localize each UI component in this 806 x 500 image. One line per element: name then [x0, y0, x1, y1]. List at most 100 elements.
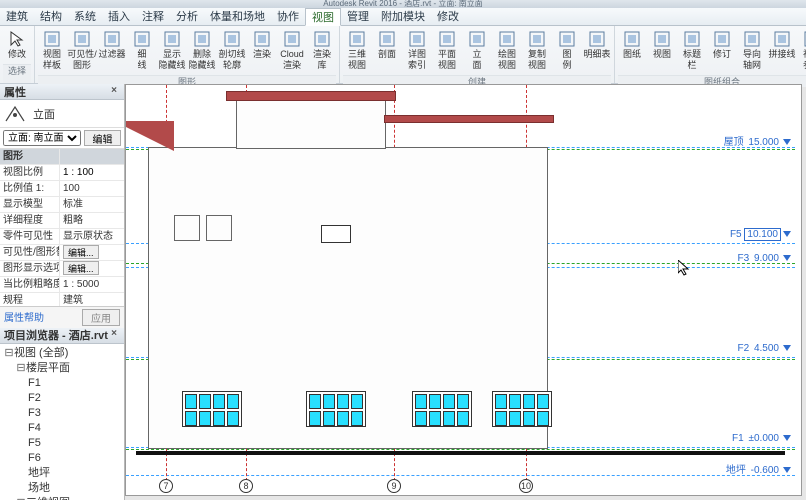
ribbon-btn-cursor[interactable]: 修改 — [3, 28, 31, 62]
ribbon-btn-cloud[interactable]: Cloud渲染 — [278, 28, 306, 73]
ribbon-btn-viewref[interactable]: 视图参照 — [798, 28, 806, 73]
drafting-icon — [498, 30, 516, 48]
ribbon-btn-plan[interactable]: 平面视图 — [433, 28, 461, 73]
window — [412, 391, 472, 427]
ribbon-tab-协作[interactable]: 协作 — [271, 8, 305, 26]
ribbon-btn-show-hidden[interactable]: 显示隐藏线 — [158, 28, 186, 73]
ribbon-btn-view[interactable]: 视图 — [648, 28, 676, 73]
ribbon-btn-visibility[interactable]: 可见性/图形 — [68, 28, 96, 73]
level-line-地坪[interactable] — [126, 475, 795, 476]
tree-node[interactable]: ⊟楼层平面 — [4, 361, 124, 376]
grid-bubble-7[interactable]: 7 — [159, 479, 173, 493]
tree-node[interactable]: F3 — [4, 406, 124, 421]
ribbon-btn-render[interactable]: 渲染 — [248, 28, 276, 73]
ribbon-btn-filter[interactable]: 过滤器 — [98, 28, 126, 73]
prop-详细程度[interactable]: 详细程度粗略 — [0, 213, 124, 229]
cloud-icon — [283, 30, 301, 48]
prop-显示模型[interactable]: 显示模型标准 — [0, 197, 124, 213]
ribbon-btn-drafting[interactable]: 绘图视图 — [493, 28, 521, 73]
prop-图形显示选项[interactable]: 图形显示选项编辑... — [0, 261, 124, 277]
ribbon-tab-附加模块[interactable]: 附加模块 — [375, 8, 431, 26]
level-label-F3[interactable]: F3 9.000 — [738, 253, 791, 264]
tree-node[interactable]: F5 — [4, 436, 124, 451]
grid-bubble-10[interactable]: 10 — [519, 479, 533, 493]
tree-node[interactable]: F6 — [4, 451, 124, 466]
edit-type-button[interactable]: 编辑类型 — [84, 130, 121, 146]
show-hidden-icon — [163, 30, 181, 48]
callout-icon — [408, 30, 426, 48]
tree-node[interactable]: F2 — [4, 391, 124, 406]
ribbon-tab-注释[interactable]: 注释 — [136, 8, 170, 26]
prop-零件可见性[interactable]: 零件可见性显示原状态 — [0, 229, 124, 245]
properties-help-link[interactable]: 属性帮助 — [4, 309, 82, 326]
level-label-F1[interactable]: F1 ±0.000 — [732, 433, 791, 444]
ribbon-tab-插入[interactable]: 插入 — [102, 8, 136, 26]
ribbon-btn-thin-lines[interactable]: 细线 — [128, 28, 156, 73]
close-icon[interactable]: × — [108, 329, 120, 341]
tree-node[interactable]: 场地 — [4, 481, 124, 496]
ribbon-btn-schedule[interactable]: 明细表 — [583, 28, 611, 73]
properties-panel: 属性 × 立面 立面: 南立面 编辑类型 图形视图比例比例值 1:100显示模型… — [0, 84, 125, 500]
ribbon-btn-remove-hidden[interactable]: 删除隐藏线 — [188, 28, 216, 73]
ribbon-btn-elevation[interactable]: 立面 — [463, 28, 491, 73]
roof-gable-left — [125, 121, 174, 151]
prop-规程[interactable]: 规程建筑 — [0, 293, 124, 306]
drawing-canvas[interactable]: 屋顶 15.000 F5 10.100 F3 9.000 F2 4.500 F1 ±0.… — [125, 84, 802, 496]
window — [306, 391, 366, 427]
family-selector[interactable]: 立面 — [0, 100, 124, 128]
properties-grid: 图形视图比例比例值 1:100显示模型标准详细程度粗略零件可见性显示原状态可见性… — [0, 149, 124, 306]
ribbon-tab-结构[interactable]: 结构 — [34, 8, 68, 26]
tree-node[interactable]: ⊟三维视图 — [4, 496, 124, 500]
tree-node[interactable]: 地坪 — [4, 466, 124, 481]
tree-twisty[interactable]: ⊟ — [16, 496, 26, 500]
render-lib-icon — [313, 30, 331, 48]
grid-bubble-8[interactable]: 8 — [239, 479, 253, 493]
view-icon — [653, 30, 671, 48]
ribbon-btn-view-template[interactable]: 视图样板 — [38, 28, 66, 73]
ribbon-btn-render-lib[interactable]: 渲染库 — [308, 28, 336, 73]
building-tower — [236, 99, 386, 149]
prop-input[interactable] — [63, 166, 124, 180]
level-label-F5[interactable]: F5 10.100 — [730, 229, 791, 240]
close-icon[interactable]: × — [108, 86, 120, 98]
level-label-地坪[interactable]: 地坪 -0.600 — [726, 461, 791, 476]
tree-twisty[interactable]: ⊟ — [16, 361, 26, 376]
visibility-icon — [73, 30, 91, 48]
tree-twisty[interactable]: ⊟ — [4, 346, 14, 361]
type-selector[interactable]: 立面: 南立面 — [3, 130, 81, 146]
ribbon-btn-section[interactable]: 剖面 — [373, 28, 401, 73]
prop-当比例粗略度...[interactable]: 当比例粗略度...1 : 5000 — [0, 277, 124, 293]
sheet-icon — [623, 30, 641, 48]
revision-icon — [713, 30, 731, 48]
prop-可见性/图形替换[interactable]: 可见性/图形替换编辑... — [0, 245, 124, 261]
level-label-屋顶[interactable]: 屋顶 15.000 — [724, 133, 791, 148]
ribbon-btn-sheet[interactable]: 图纸 — [618, 28, 646, 73]
ribbon-tab-建筑[interactable]: 建筑 — [0, 8, 34, 26]
ribbon-tab-修改[interactable]: 修改 — [431, 8, 465, 26]
ribbon-btn-duplicate[interactable]: 复制视图 — [523, 28, 551, 73]
ribbon-tab-分析[interactable]: 分析 — [170, 8, 204, 26]
ribbon-tab-管理[interactable]: 管理 — [341, 8, 375, 26]
prop-edit-button[interactable]: 编辑... — [63, 261, 99, 275]
grid-bubble-9[interactable]: 9 — [387, 479, 401, 493]
prop-比例值 1:[interactable]: 比例值 1:100 — [0, 181, 124, 197]
ribbon-btn-revision[interactable]: 修订 — [708, 28, 736, 73]
ribbon-tab-系统[interactable]: 系统 — [68, 8, 102, 26]
family-name: 立面 — [33, 106, 121, 122]
ribbon-btn-legend[interactable]: 图例 — [553, 28, 581, 73]
ribbon-btn-callout[interactable]: 详图索引 — [403, 28, 431, 73]
ribbon-btn-guide[interactable]: 导向轴网 — [738, 28, 766, 73]
ribbon-btn-cut-profile[interactable]: 剖切线轮廓 — [218, 28, 246, 73]
tree-node[interactable]: F1 — [4, 376, 124, 391]
tree-node[interactable]: F4 — [4, 421, 124, 436]
ribbon-tab-体量和场地[interactable]: 体量和场地 — [204, 8, 271, 26]
prop-视图比例[interactable]: 视图比例 — [0, 165, 124, 181]
tree-node[interactable]: ⊟视图 (全部) — [4, 346, 124, 361]
level-label-F2[interactable]: F2 4.500 — [738, 343, 791, 354]
thin-lines-icon — [133, 30, 151, 48]
ribbon-btn-matchline[interactable]: 拼接线 — [768, 28, 796, 73]
ribbon-btn-titleblock[interactable]: 标题栏 — [678, 28, 706, 73]
prop-edit-button[interactable]: 编辑... — [63, 245, 99, 259]
ribbon-btn-3d[interactable]: 三维视图 — [343, 28, 371, 73]
ribbon-tab-视图[interactable]: 视图 — [305, 8, 341, 26]
